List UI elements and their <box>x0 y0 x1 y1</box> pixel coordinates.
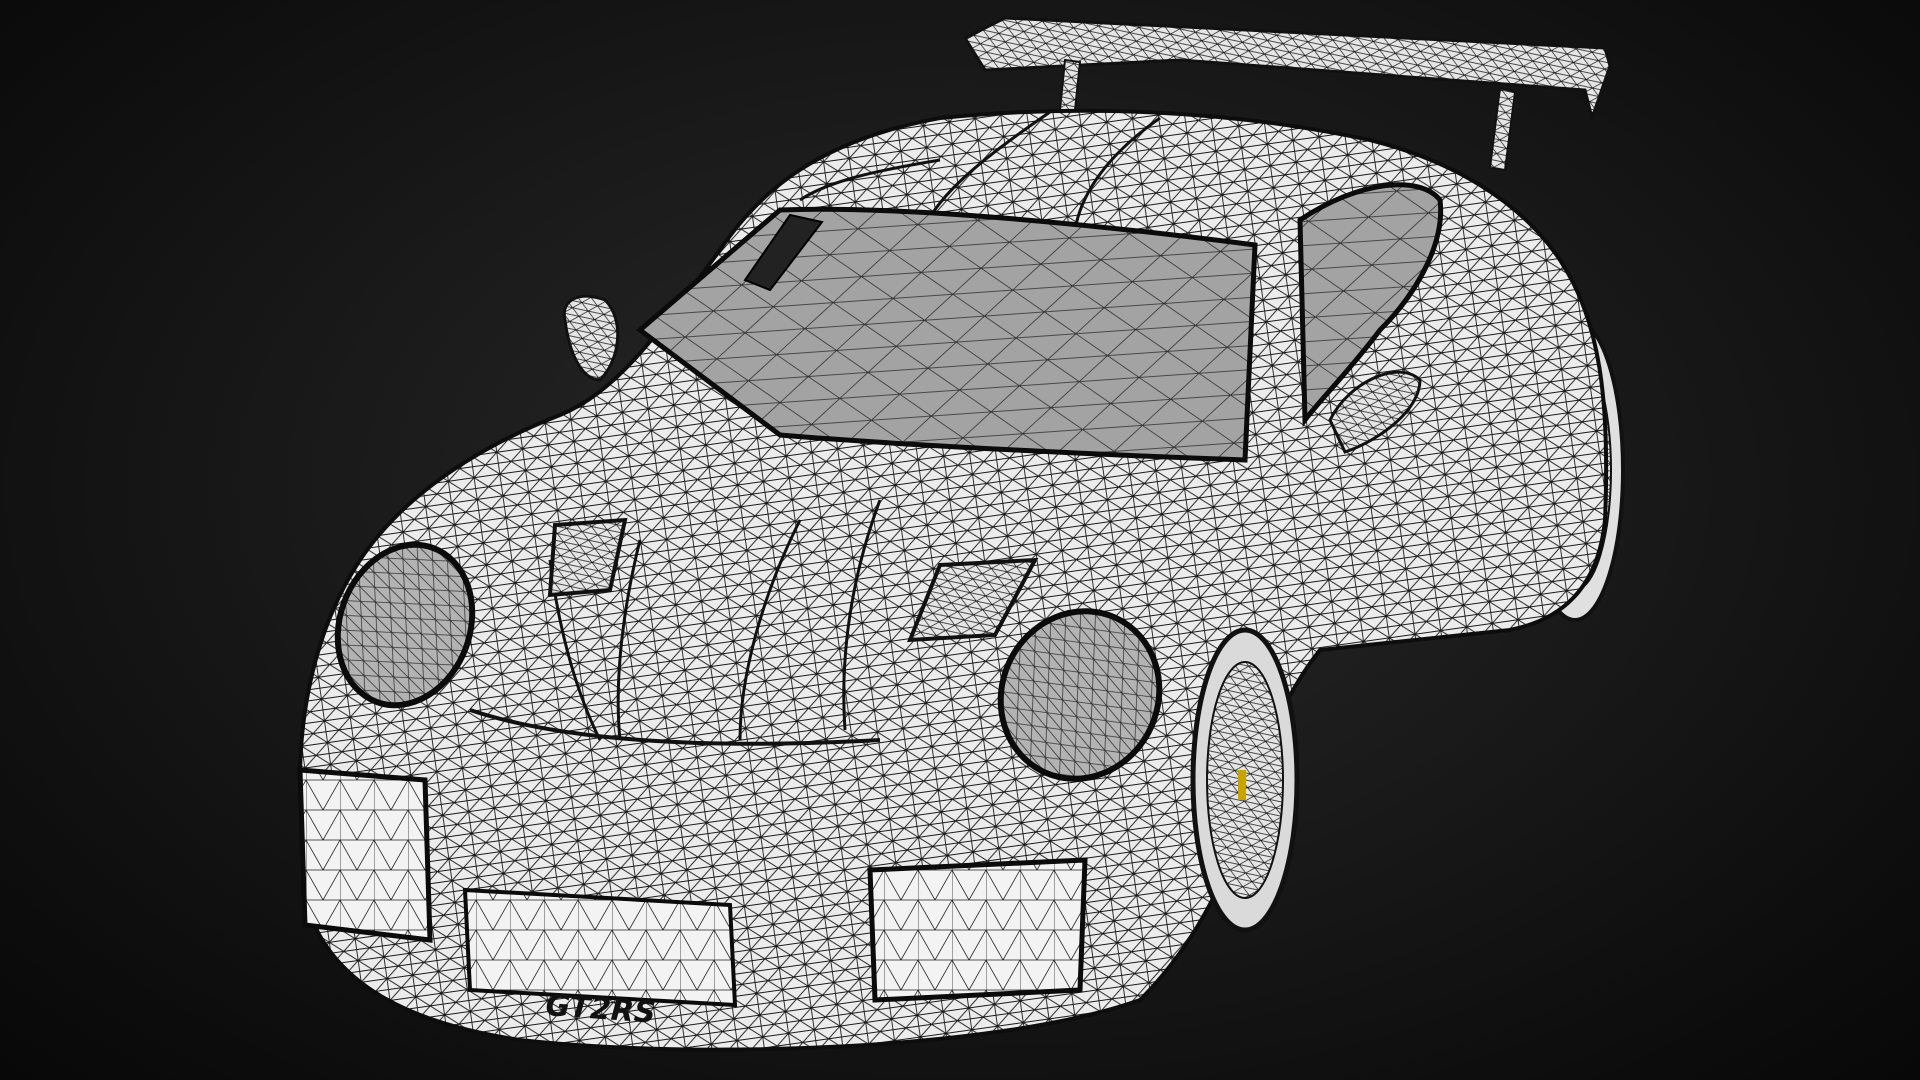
render-viewport: GT2RS <box>0 0 1920 1080</box>
center-intake <box>462 887 738 1008</box>
right-intake <box>867 857 1088 1003</box>
front-wheel <box>1190 627 1300 933</box>
left-intake <box>297 767 433 943</box>
car-wireframe-render: GT2RS <box>297 16 1625 1052</box>
left-mirror <box>562 294 620 382</box>
brake-caliper <box>1238 770 1246 800</box>
